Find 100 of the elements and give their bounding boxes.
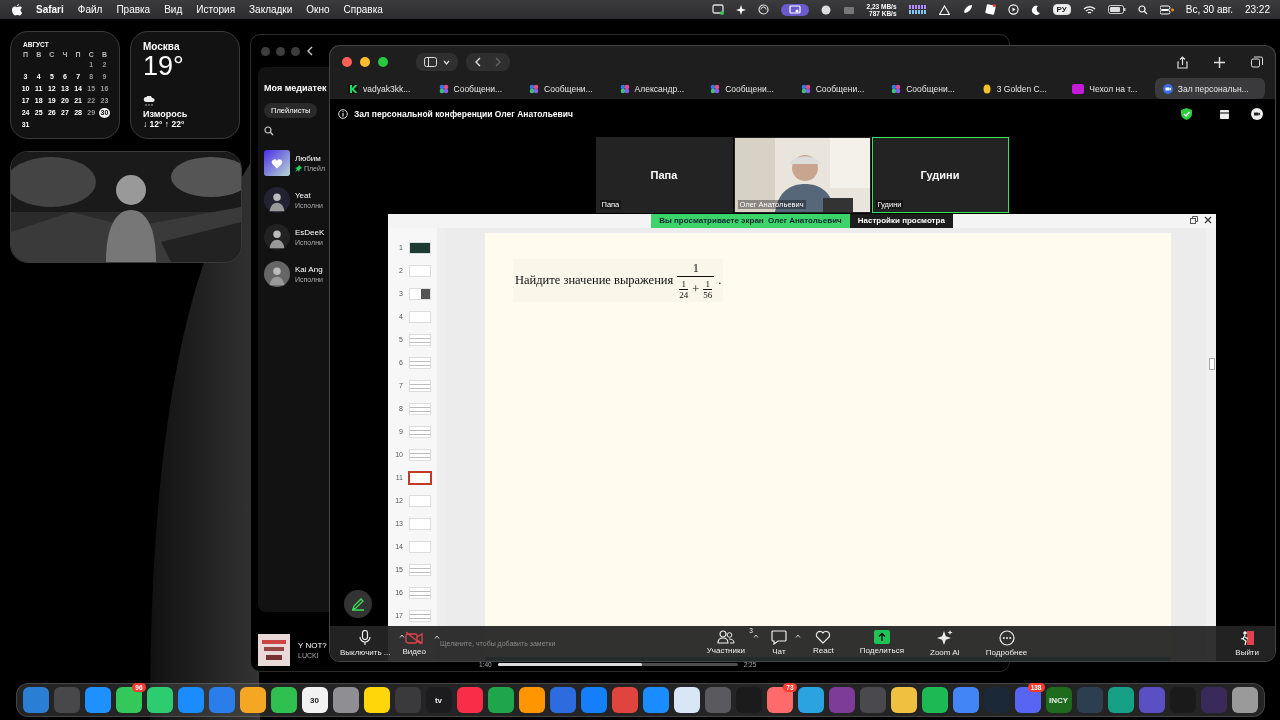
app-icon[interactable]: 30 xyxy=(301,687,328,713)
video-button[interactable]: Видео xyxy=(396,631,432,656)
caret-icon[interactable] xyxy=(398,634,405,638)
menu-item[interactable]: Закладки xyxy=(249,4,293,15)
dots-logo-icon xyxy=(891,83,902,94)
menu-item[interactable]: История xyxy=(196,4,236,15)
wifi-icon xyxy=(1082,4,1096,15)
app-icon[interactable] xyxy=(890,687,917,713)
app-icon[interactable] xyxy=(487,687,514,713)
fraction: 1 56 xyxy=(703,279,713,300)
app-icon[interactable] xyxy=(518,687,545,713)
app-name[interactable]: Safari xyxy=(36,4,64,15)
search-icon[interactable] xyxy=(264,126,274,136)
app-icon-label: tv xyxy=(434,695,443,705)
close-dot[interactable] xyxy=(342,57,352,67)
caret-icon xyxy=(443,59,450,65)
pin-icon xyxy=(295,164,302,172)
chat-button[interactable]: Чат xyxy=(764,630,793,657)
close-dot[interactable] xyxy=(261,46,270,56)
menu-item[interactable]: Правка xyxy=(116,4,151,15)
menu-item[interactable]: Вид xyxy=(164,4,183,15)
restore-icon[interactable] xyxy=(1190,216,1198,224)
browser-tab[interactable]: Сообщени... xyxy=(792,78,882,99)
view-settings-button[interactable]: Настройки просмотра xyxy=(849,214,953,228)
apple-icon[interactable] xyxy=(12,3,22,16)
info-icon xyxy=(338,109,348,119)
app-icon[interactable]: tv xyxy=(425,687,452,713)
caret-icon[interactable] xyxy=(433,635,440,639)
slide-thumbnail[interactable] xyxy=(409,471,431,484)
menu-item[interactable]: Файл xyxy=(77,4,103,15)
browser-tab[interactable]: 3 Golden C... xyxy=(973,78,1063,99)
mic-button[interactable]: Выключить ... xyxy=(334,630,397,657)
city-name: Москва xyxy=(143,41,181,52)
item-title[interactable]: Любим xyxy=(295,153,321,163)
browser-tab[interactable]: Зал персональн... xyxy=(1154,78,1266,99)
item-title[interactable]: EsDeeK xyxy=(295,227,325,237)
sparkle-icon xyxy=(735,4,746,15)
exit-icon xyxy=(1239,630,1256,646)
minimize-dot[interactable] xyxy=(276,46,285,56)
app-icon[interactable] xyxy=(1231,687,1258,713)
coin-icon xyxy=(981,83,992,94)
ai-button[interactable]: Zoom AI xyxy=(924,630,966,657)
share-banner: Вы просматриваете экран Олег Анатольевич xyxy=(651,214,850,228)
app-icon[interactable]: INCY xyxy=(1045,687,1072,713)
track-title[interactable]: Y NOT? xyxy=(298,641,327,650)
caret-icon[interactable] xyxy=(752,634,759,638)
close-icon[interactable] xyxy=(1204,216,1212,224)
app-icon[interactable] xyxy=(921,687,948,713)
minimize-dot[interactable] xyxy=(360,57,370,67)
app-icon[interactable] xyxy=(673,687,700,713)
progress-bar[interactable] xyxy=(497,663,738,666)
annotate-button[interactable] xyxy=(344,590,372,618)
browser-tab[interactable]: Сообщени... xyxy=(430,78,520,99)
browser-tab[interactable]: Сообщени... xyxy=(883,78,972,99)
menu-item[interactable]: Окно xyxy=(306,4,330,15)
tab-overview-icon[interactable] xyxy=(1251,56,1263,68)
rain-cloud-icon xyxy=(143,96,155,107)
pencil-icon xyxy=(351,597,365,611)
browser-tab[interactable]: Чехол на т... xyxy=(1064,78,1153,99)
display-icon xyxy=(711,4,724,15)
browser-tab[interactable]: Сообщени... xyxy=(702,78,791,99)
app-icon[interactable] xyxy=(363,687,390,713)
dots-logo-icon xyxy=(619,83,630,94)
share-icon[interactable] xyxy=(1177,55,1188,69)
sidebar-button[interactable] xyxy=(416,53,458,71)
back-icon[interactable] xyxy=(306,46,314,56)
app-icon[interactable] xyxy=(270,687,297,713)
menu-item[interactable]: Справка xyxy=(343,4,383,15)
share-button[interactable]: Поделиться xyxy=(853,630,910,657)
problem-text: Найдите значение выражения xyxy=(515,273,674,288)
more-icon xyxy=(998,630,1015,646)
library-title: Моя медиатек xyxy=(264,83,327,93)
app-icon[interactable] xyxy=(239,687,266,713)
zoom-dot[interactable] xyxy=(291,46,300,56)
weather-condition: Изморось xyxy=(143,109,189,119)
participant-name: Гудини xyxy=(920,169,960,181)
app-icon[interactable] xyxy=(146,687,173,713)
microphone-icon xyxy=(359,630,372,646)
math-operator: + xyxy=(692,282,700,297)
scrollbar-thumb[interactable] xyxy=(1209,358,1215,370)
leave-button[interactable]: Выйти xyxy=(1229,630,1265,657)
numerator: 1 xyxy=(691,261,700,276)
zoom-dot[interactable] xyxy=(378,57,388,67)
back-icon[interactable] xyxy=(474,57,481,67)
item-title[interactable]: Kai Ang xyxy=(295,264,323,274)
forward-icon[interactable] xyxy=(495,57,502,67)
app-icon[interactable] xyxy=(797,687,824,713)
browser-tab[interactable]: Сообщени... xyxy=(521,78,610,99)
input-source[interactable]: РУ xyxy=(1052,4,1071,15)
screen-share-indicator[interactable] xyxy=(780,3,809,16)
browser-tab[interactable]: vadyak3kk... xyxy=(340,78,429,99)
navigation-buttons[interactable] xyxy=(466,53,510,71)
sidebar-icon xyxy=(424,57,437,67)
share-screen-icon xyxy=(873,630,890,644)
more-button[interactable]: Подробнее xyxy=(979,630,1034,657)
item-title[interactable]: Yeat xyxy=(295,190,311,200)
react-button[interactable]: React xyxy=(806,630,840,657)
new-tab-icon[interactable] xyxy=(1214,56,1225,68)
caret-icon[interactable] xyxy=(794,634,801,638)
browser-tab[interactable]: Александр... xyxy=(611,78,701,99)
